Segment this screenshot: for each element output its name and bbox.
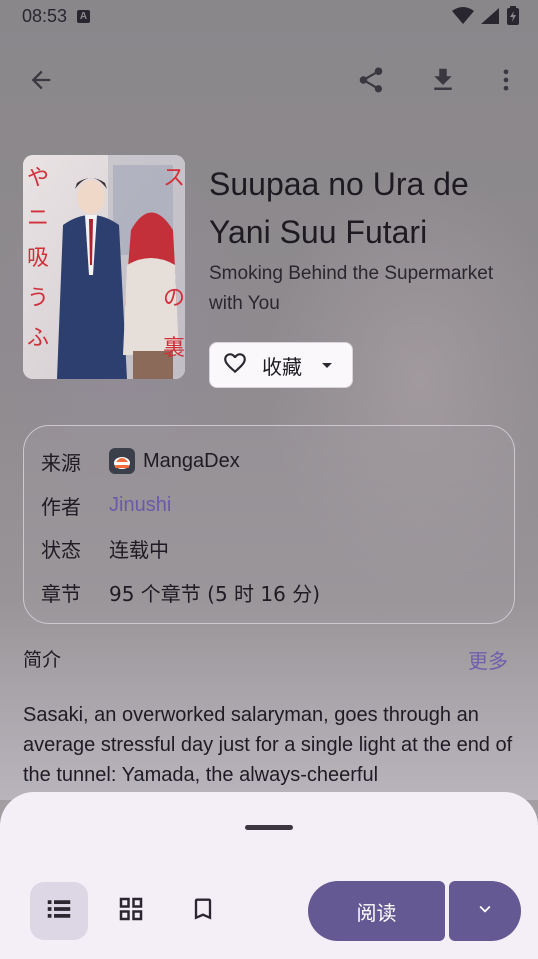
more-vert-icon	[492, 66, 520, 98]
status-icons	[452, 6, 520, 30]
info-row-author: 作者 Jinushi	[41, 490, 171, 520]
author-link[interactable]: Jinushi	[109, 494, 171, 517]
status-bar: 08:53 A	[0, 0, 538, 32]
source-name: MangaDex	[143, 449, 240, 472]
read-options-button[interactable]	[449, 881, 521, 941]
svg-text:や: や	[27, 166, 49, 191]
arrow-back-icon	[27, 66, 55, 98]
share-button[interactable]	[347, 58, 395, 106]
list-icon	[44, 894, 74, 928]
wifi-icon	[452, 7, 474, 29]
grid-icon	[116, 894, 146, 928]
heart-outline-icon	[222, 350, 248, 380]
info-key-source: 来源	[41, 450, 81, 475]
info-row-source: 来源 MangaDex	[41, 446, 240, 476]
bookmark-icon	[189, 895, 217, 927]
svg-text:ス: ス	[163, 166, 185, 191]
download-icon	[428, 65, 458, 99]
more-button[interactable]: 更多	[468, 645, 508, 674]
description-heading: 简介	[23, 649, 62, 671]
favorite-label: 收藏	[262, 354, 302, 379]
svg-text:裏: 裏	[163, 336, 185, 361]
info-row-chapters: 章节 95 个章节 (5 时 16 分)	[41, 577, 320, 607]
drag-handle[interactable]	[245, 825, 293, 830]
svg-text:ふ: ふ	[27, 326, 49, 351]
read-button[interactable]: 阅读	[308, 881, 445, 941]
status-value: 连载中	[109, 537, 169, 562]
bottom-sheet: 阅读	[0, 792, 538, 959]
status-time: 08:53	[22, 5, 68, 26]
manga-title: Suupaa no Ura de Yani Suu Futari	[209, 166, 469, 250]
description-text: Sasaki, an overworked salaryman, goes th…	[23, 704, 513, 786]
battery-icon	[506, 6, 520, 30]
svg-text:吸: 吸	[27, 246, 49, 271]
chevron-down-icon	[474, 898, 496, 924]
info-row-status: 状态 连载中	[41, 533, 169, 563]
list-view-button[interactable]	[30, 882, 88, 940]
read-label: 阅读	[356, 900, 397, 925]
status-badge: A	[77, 9, 91, 23]
download-button[interactable]	[419, 58, 467, 106]
info-key-author: 作者	[41, 494, 81, 519]
manga-alt-title: Smoking Behind the Supermarket with You	[209, 263, 494, 314]
share-icon	[356, 65, 386, 99]
info-card: 来源 MangaDex 作者 Jinushi 状态 连载中 章节 95 个章节 …	[23, 425, 515, 624]
svg-text:ニ: ニ	[27, 206, 49, 231]
info-key-chapters: 章节	[41, 581, 81, 606]
manga-cover[interactable]: や ニ 吸 う ふ ス の 裏	[23, 155, 185, 379]
mangadex-logo-icon	[109, 448, 135, 474]
favorite-button[interactable]: 收藏	[209, 342, 353, 388]
back-button[interactable]	[17, 58, 65, 106]
info-value-source[interactable]: MangaDex	[109, 448, 240, 474]
top-app-bar	[0, 58, 538, 108]
svg-text:の: の	[163, 286, 185, 311]
signal-icon	[480, 7, 500, 29]
grid-view-button[interactable]	[102, 882, 160, 940]
dropdown-arrow-icon[interactable]	[320, 356, 334, 375]
bookmark-button[interactable]	[174, 882, 232, 940]
info-key-status: 状态	[41, 537, 81, 562]
chapters-value: 95 个章节 (5 时 16 分)	[109, 581, 321, 606]
more-options-button[interactable]	[482, 58, 530, 106]
svg-text:う: う	[27, 286, 49, 311]
